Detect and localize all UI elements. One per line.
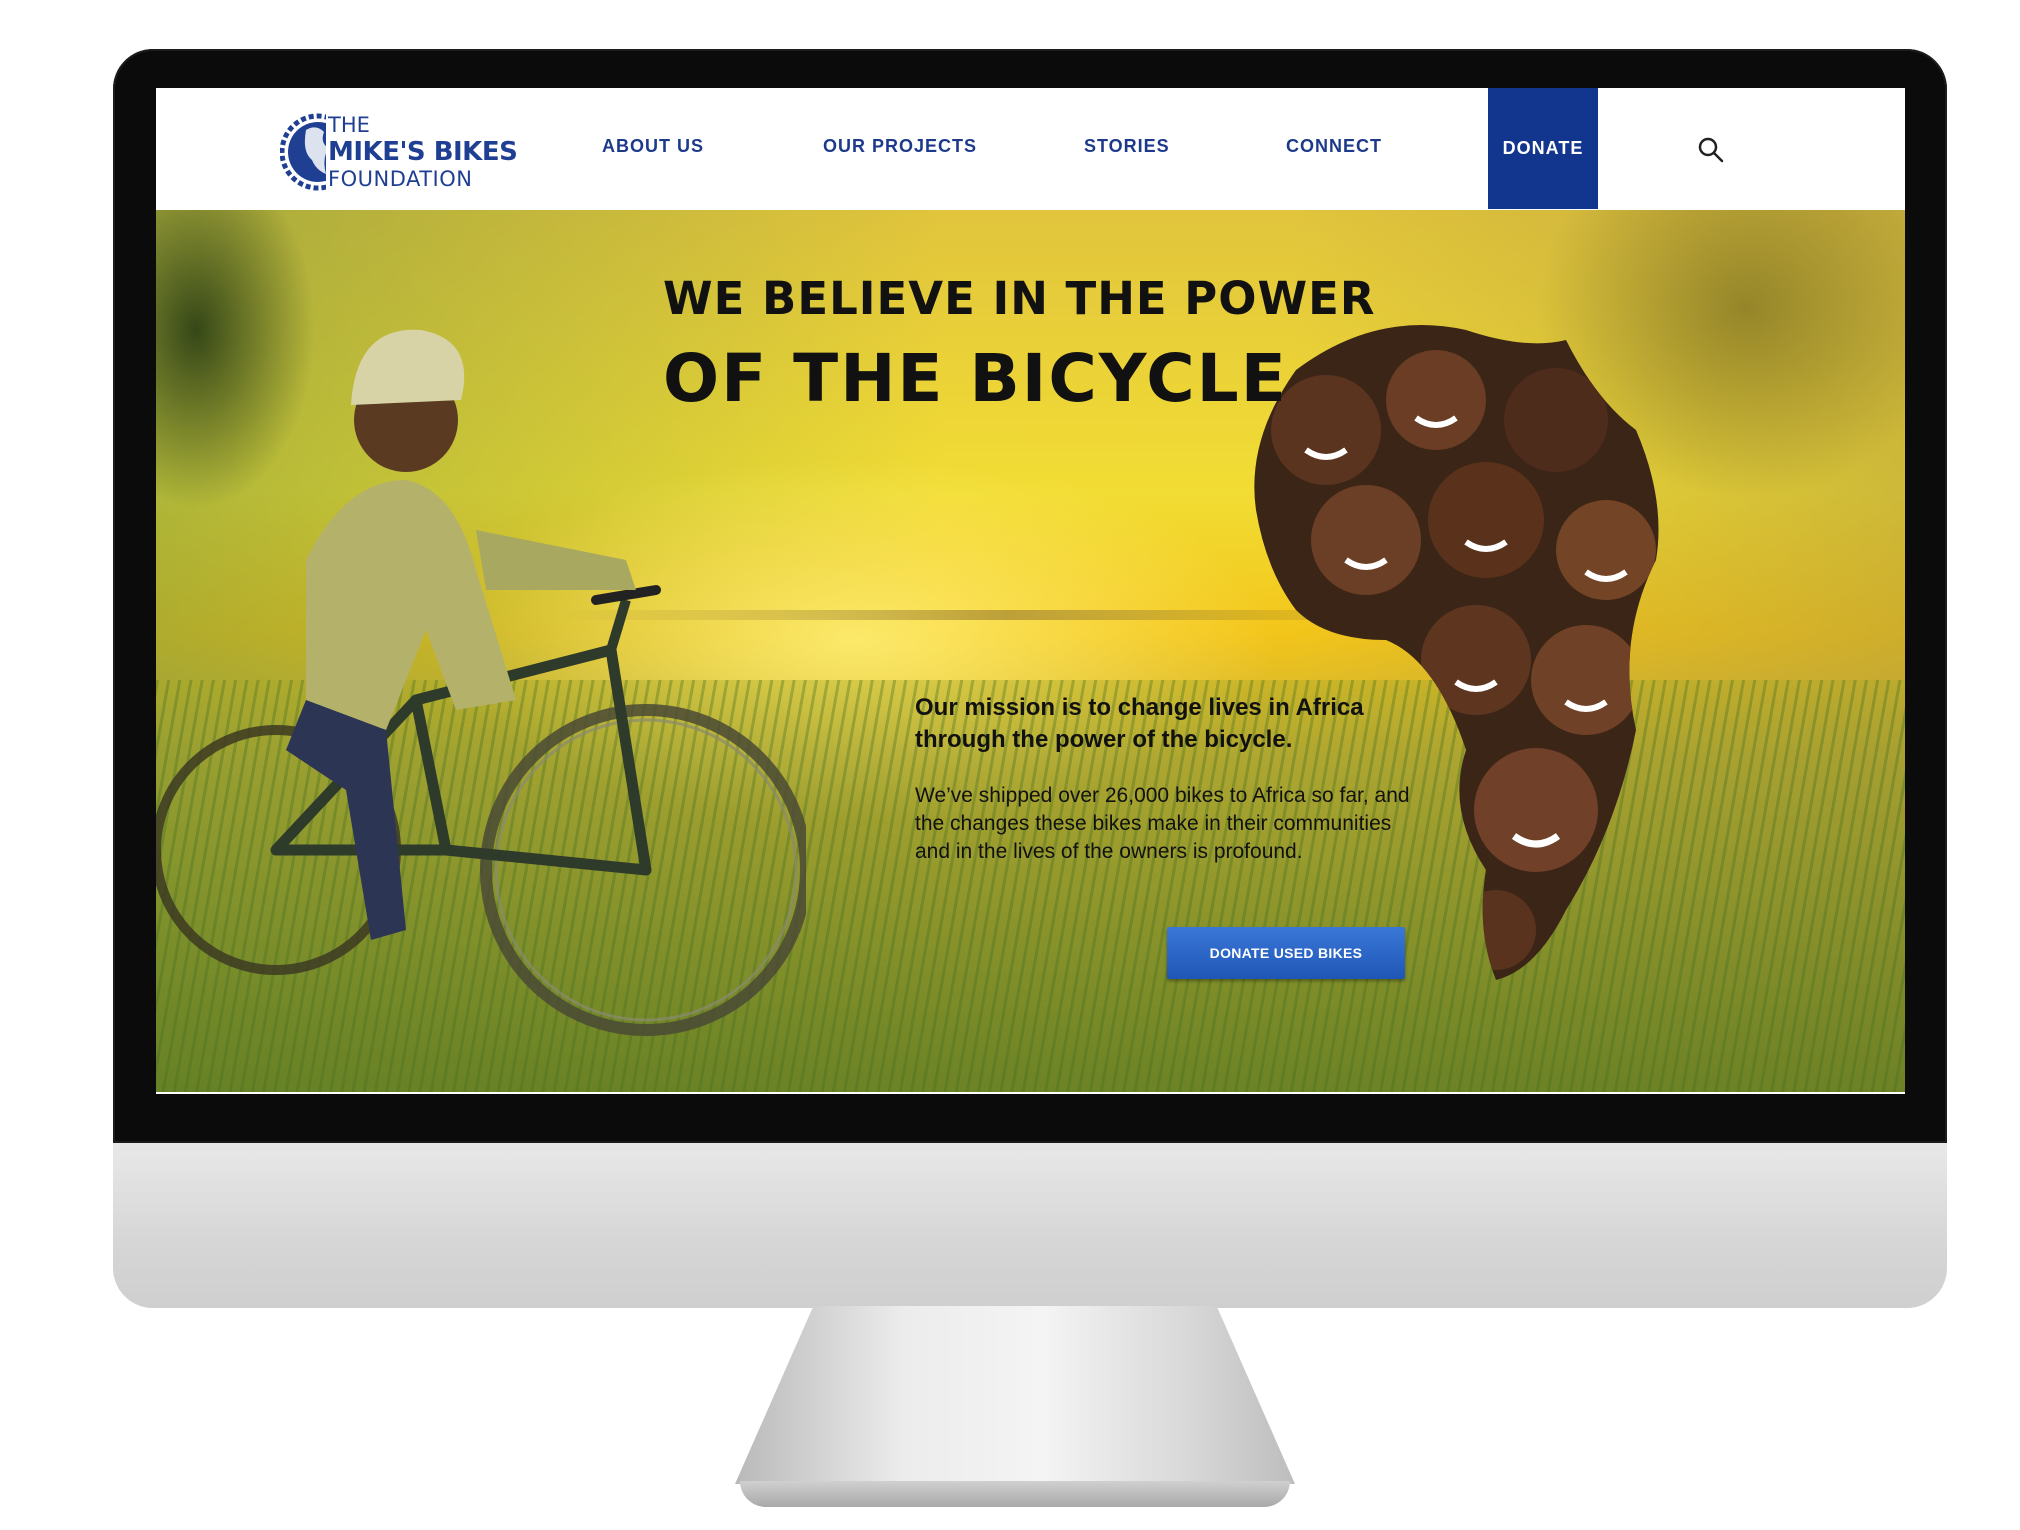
nav-stories[interactable]: STORIES <box>1084 136 1170 157</box>
logo-text: THE MIKE'S BIKES FOUNDATION <box>328 112 518 193</box>
monitor-base <box>740 1481 1290 1507</box>
nav-connect[interactable]: CONNECT <box>1286 136 1382 157</box>
search-icon[interactable] <box>1696 135 1726 165</box>
globe-gear-icon <box>279 113 357 191</box>
logo-line-2: MIKE'S BIKES <box>328 137 518 167</box>
monitor-stand <box>735 1306 1295 1484</box>
hero-section: WE BELIEVE IN THE POWER OF THE BICYCLE O… <box>156 210 1905 1092</box>
logo-line-1: THE <box>328 113 370 137</box>
site-logo[interactable]: THE MIKE'S BIKES FOUNDATION <box>279 108 540 198</box>
nav-about-us[interactable]: ABOUT US <box>602 136 704 157</box>
monitor-chin <box>113 1143 1947 1308</box>
donate-used-bikes-button[interactable]: DONATE USED BIKES <box>1167 927 1405 979</box>
nav-our-projects[interactable]: OUR PROJECTS <box>823 136 977 157</box>
site-header: THE MIKE'S BIKES FOUNDATION ABOUT US OUR… <box>156 88 1905 211</box>
website-screen: THE MIKE'S BIKES FOUNDATION ABOUT US OUR… <box>156 88 1905 1094</box>
logo-line-3: FOUNDATION <box>328 167 473 191</box>
donate-button[interactable]: DONATE <box>1488 88 1598 209</box>
africa-faces-collage <box>1254 325 1659 980</box>
hero-headline-line-2: OF THE BICYCLE <box>663 340 1288 417</box>
hero-body-text: We’ve shipped over 26,000 bikes to Afric… <box>915 784 1410 863</box>
mission-statement: Our mission is to change lives in Africa… <box>915 694 1364 753</box>
hero-headline-line-1: WE BELIEVE IN THE POWER <box>663 272 1376 325</box>
